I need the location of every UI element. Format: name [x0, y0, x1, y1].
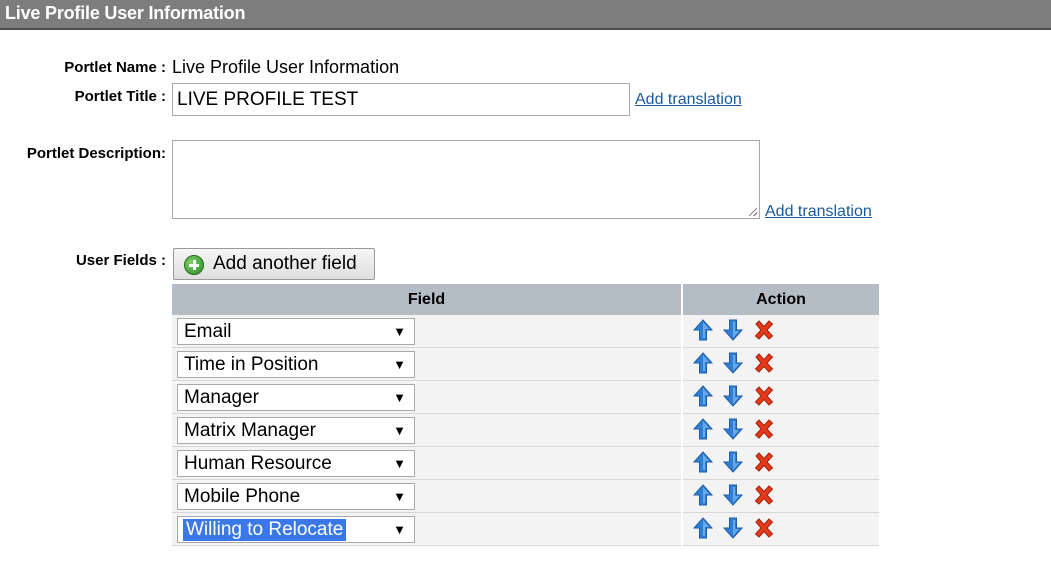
- arrow-down-icon[interactable]: [721, 318, 745, 342]
- field-select-value: Manager: [184, 387, 259, 408]
- dropdown-arrow-icon: ▼: [393, 489, 406, 504]
- add-translation-description-link[interactable]: Add translation: [765, 203, 872, 221]
- arrow-up-icon[interactable]: [691, 384, 715, 408]
- portlet-name-value: Live Profile User Information: [172, 57, 400, 77]
- dropdown-arrow-icon: ▼: [393, 324, 406, 339]
- arrow-up-icon[interactable]: [691, 351, 715, 375]
- resize-handle-icon[interactable]: [749, 208, 757, 216]
- arrow-down-icon[interactable]: [721, 351, 745, 375]
- delete-icon[interactable]: [752, 516, 776, 540]
- add-field-button-label: Add another field: [213, 253, 357, 274]
- arrow-down-icon[interactable]: [721, 450, 745, 474]
- table-row: Time in Position ▼: [172, 348, 879, 381]
- delete-icon[interactable]: [752, 417, 776, 441]
- arrow-down-icon[interactable]: [721, 384, 745, 408]
- delete-icon[interactable]: [752, 384, 776, 408]
- delete-icon[interactable]: [752, 318, 776, 342]
- arrow-up-icon[interactable]: [691, 450, 715, 474]
- delete-icon[interactable]: [752, 450, 776, 474]
- field-cell: Matrix Manager ▼: [172, 414, 681, 447]
- field-select-value: Human Resource: [184, 453, 332, 474]
- portlet-title-label: Portlet Title :: [74, 88, 166, 105]
- table-row: Manager ▼: [172, 381, 879, 414]
- field-select[interactable]: Manager ▼: [177, 384, 415, 411]
- delete-icon[interactable]: [752, 351, 776, 375]
- arrow-down-icon[interactable]: [721, 516, 745, 540]
- portlet-name-label: Portlet Name :: [64, 59, 166, 76]
- field-select-value: Matrix Manager: [184, 420, 316, 441]
- field-select-value: Mobile Phone: [184, 486, 301, 507]
- user-fields-label: User Fields :: [75, 252, 166, 269]
- action-cell: [683, 315, 879, 348]
- field-cell: Human Resource ▼: [172, 447, 681, 480]
- field-select-value: Email: [184, 321, 232, 342]
- field-cell: Manager ▼: [172, 381, 681, 414]
- action-cell: [683, 348, 879, 381]
- action-cell: [683, 447, 879, 480]
- arrow-up-icon[interactable]: [691, 318, 715, 342]
- action-cell: [683, 414, 879, 447]
- table-row: Email ▼: [172, 315, 879, 348]
- field-select-value: Time in Position: [184, 354, 319, 375]
- action-cell: [683, 381, 879, 414]
- field-cell: Email ▼: [172, 315, 681, 348]
- table-row: Matrix Manager ▼: [172, 414, 879, 447]
- arrow-down-icon[interactable]: [721, 483, 745, 507]
- table-row: Willing to Relocate ▼: [172, 513, 879, 546]
- portlet-title-input[interactable]: [172, 83, 630, 116]
- dropdown-arrow-icon: ▼: [393, 522, 406, 537]
- arrow-down-icon[interactable]: [721, 417, 745, 441]
- plus-circle-icon: [184, 255, 204, 275]
- field-select[interactable]: Mobile Phone ▼: [177, 483, 415, 510]
- field-column-header: Field: [172, 284, 681, 315]
- user-fields-table: Field Action Email ▼ Time in Position ▼: [172, 284, 879, 546]
- field-cell: Time in Position ▼: [172, 348, 681, 381]
- action-column-header: Action: [683, 284, 879, 315]
- field-cell: Mobile Phone ▼: [172, 480, 681, 513]
- dropdown-arrow-icon: ▼: [393, 456, 406, 471]
- table-row: Human Resource ▼: [172, 447, 879, 480]
- add-translation-title-link[interactable]: Add translation: [635, 91, 742, 109]
- field-select[interactable]: Willing to Relocate ▼: [177, 516, 415, 543]
- table-body: Email ▼ Time in Position ▼ Manager ▼ Mat…: [172, 315, 879, 546]
- field-select[interactable]: Matrix Manager ▼: [177, 417, 415, 444]
- field-cell: Willing to Relocate ▼: [172, 513, 681, 546]
- add-another-field-button[interactable]: Add another field: [173, 248, 375, 280]
- action-cell: [683, 480, 879, 513]
- arrow-up-icon[interactable]: [691, 516, 715, 540]
- dropdown-arrow-icon: ▼: [393, 390, 406, 405]
- dropdown-arrow-icon: ▼: [393, 357, 406, 372]
- table-row: Mobile Phone ▼: [172, 480, 879, 513]
- portlet-description-textarea[interactable]: [172, 140, 760, 219]
- table-header-row: Field Action: [172, 284, 879, 315]
- field-select[interactable]: Human Resource ▼: [177, 450, 415, 477]
- page-title: Live Profile User Information: [5, 3, 246, 23]
- field-select[interactable]: Time in Position ▼: [177, 351, 415, 378]
- dropdown-arrow-icon: ▼: [393, 423, 406, 438]
- arrow-up-icon[interactable]: [691, 483, 715, 507]
- action-cell: [683, 513, 879, 546]
- delete-icon[interactable]: [752, 483, 776, 507]
- field-select[interactable]: Email ▼: [177, 318, 415, 345]
- arrow-up-icon[interactable]: [691, 417, 715, 441]
- field-select-value: Willing to Relocate: [183, 519, 347, 541]
- page-header: Live Profile User Information: [0, 0, 1051, 30]
- portlet-description-label: Portlet Description:: [26, 145, 166, 162]
